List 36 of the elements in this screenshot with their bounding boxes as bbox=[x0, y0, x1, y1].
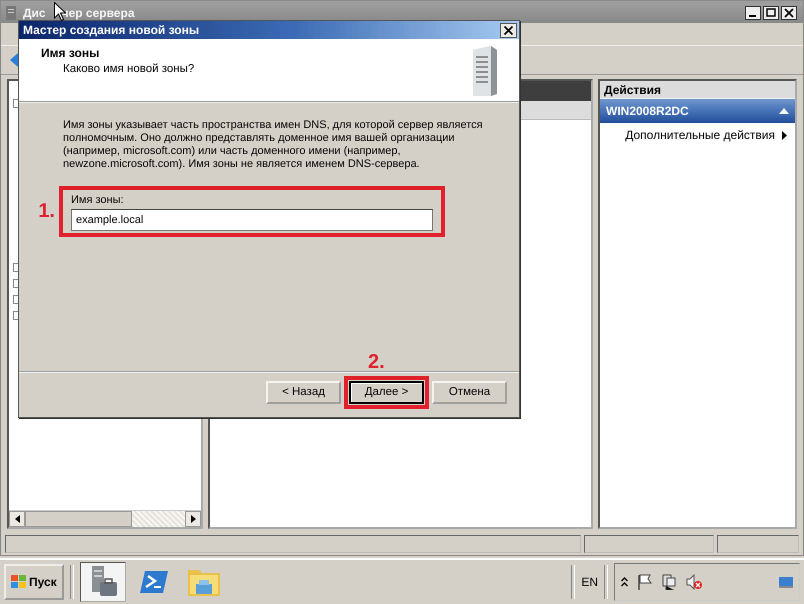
chevron-up-icon[interactable] bbox=[621, 577, 628, 587]
pane-title: Действия bbox=[600, 81, 795, 99]
language-indicator[interactable]: EN bbox=[581, 575, 598, 589]
scrollbar[interactable] bbox=[9, 510, 201, 527]
muted-speaker-icon[interactable] bbox=[686, 574, 702, 590]
powershell-icon bbox=[138, 569, 169, 595]
wizard-button[interactable]: < Назад bbox=[266, 380, 341, 404]
action-item[interactable]: Дополнительные действия bbox=[600, 123, 795, 142]
wizard-button[interactable]: Далее > bbox=[349, 380, 424, 404]
zone-name-field[interactable]: example.local bbox=[71, 209, 433, 231]
collapse-icon[interactable] bbox=[779, 108, 789, 114]
close-icon[interactable] bbox=[500, 22, 517, 38]
scroll-left-icon[interactable] bbox=[14, 515, 20, 523]
maximize-icon[interactable] bbox=[763, 6, 779, 20]
field-label: Имя зоны: bbox=[71, 194, 125, 206]
taskbar-app[interactable] bbox=[80, 562, 126, 602]
window-title: Дис bbox=[23, 6, 46, 20]
submenu-arrow-icon bbox=[782, 130, 787, 140]
scroll-right-icon[interactable] bbox=[190, 515, 196, 523]
close-icon[interactable] bbox=[781, 6, 797, 20]
section-title: WIN2008R2DC bbox=[606, 104, 689, 118]
server-icon bbox=[5, 6, 17, 20]
section-header[interactable]: WIN2008R2DC bbox=[600, 99, 795, 123]
minimize-icon[interactable] bbox=[745, 6, 761, 20]
start-button[interactable]: Пуск bbox=[4, 564, 64, 600]
dialog-title: Мастер создания новой зоны bbox=[23, 23, 200, 37]
wizard-subheading: Каково имя новой зоны? bbox=[62, 63, 194, 75]
description-text: Имя зоны указывает часть пространства имен DNS, для которой сервер является полномочным. Оно должно представлять доменное имя вашей организации (например, microsoft.com) или часть доменного имени (например, newzone.microsoft.com). Имя зоны не является именем DNS-сервера. bbox=[63, 119, 484, 171]
wizard-button[interactable]: Отмена bbox=[432, 380, 507, 404]
annotation-number: 2. bbox=[368, 350, 385, 374]
windows-logo-icon bbox=[11, 575, 27, 589]
back-arrow-icon[interactable] bbox=[9, 52, 19, 68]
wizard-heading: Имя зоны bbox=[41, 46, 100, 60]
flag-icon[interactable] bbox=[638, 574, 652, 590]
show-desktop-icon[interactable] bbox=[779, 576, 793, 588]
annotation-number: 1. bbox=[37, 200, 55, 223]
